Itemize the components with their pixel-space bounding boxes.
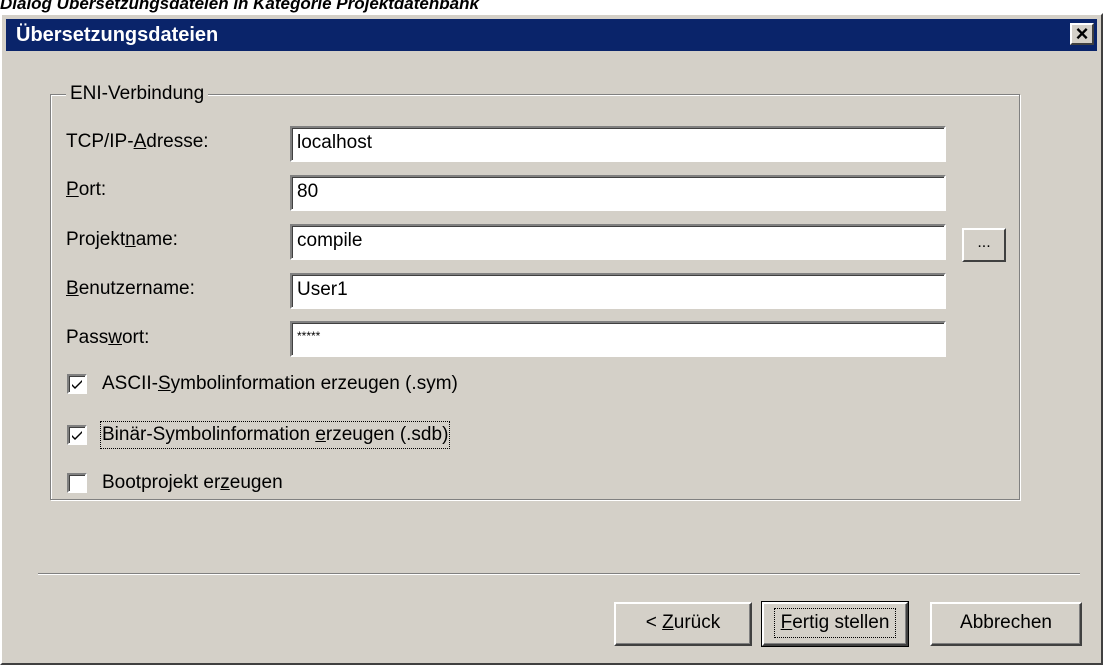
window-title: Übersetzungsdateien: [16, 24, 219, 46]
project-name-field[interactable]: compile: [290, 224, 946, 260]
group-title: ENI-Verbindung: [66, 82, 209, 106]
port-label: Port:: [66, 179, 107, 200]
checkmark-icon: [72, 380, 82, 389]
user-name-field[interactable]: User1: [290, 273, 946, 309]
boot-project-checkbox[interactable]: [67, 473, 87, 493]
binary-symbol-label[interactable]: Binär-Symbolinformation erzeugen (.sdb): [99, 421, 451, 449]
port-field[interactable]: 80: [290, 175, 946, 211]
cancel-button[interactable]: Abbrechen: [930, 602, 1082, 646]
address-label: TCP/IP-Adresse:: [66, 131, 209, 152]
address-field[interactable]: localhost: [290, 126, 946, 162]
separator-line: [38, 573, 1080, 575]
project-name-label: Projektname:: [66, 229, 178, 250]
user-name-label: Benutzername:: [66, 278, 195, 299]
browse-button[interactable]: ...: [962, 228, 1006, 262]
password-label: Passwort:: [66, 327, 150, 348]
finish-button-label: Fertig stellen: [773, 608, 897, 638]
ascii-symbol-label[interactable]: ASCII-Symbolinformation erzeugen (.sym): [102, 372, 458, 396]
back-button[interactable]: < Zurück: [614, 602, 752, 646]
finish-button[interactable]: Fertig stellen: [761, 601, 909, 647]
title-bar[interactable]: Übersetzungsdateien ×: [6, 19, 1097, 51]
close-icon: ×: [1075, 21, 1089, 46]
boot-project-label[interactable]: Bootprojekt erzeugen: [102, 471, 283, 495]
close-button[interactable]: ×: [1070, 23, 1094, 45]
binary-symbol-checkbox[interactable]: [67, 425, 87, 445]
checkmark-icon: [72, 431, 82, 440]
ascii-symbol-checkbox[interactable]: [67, 374, 87, 394]
password-field[interactable]: *****: [290, 321, 946, 357]
